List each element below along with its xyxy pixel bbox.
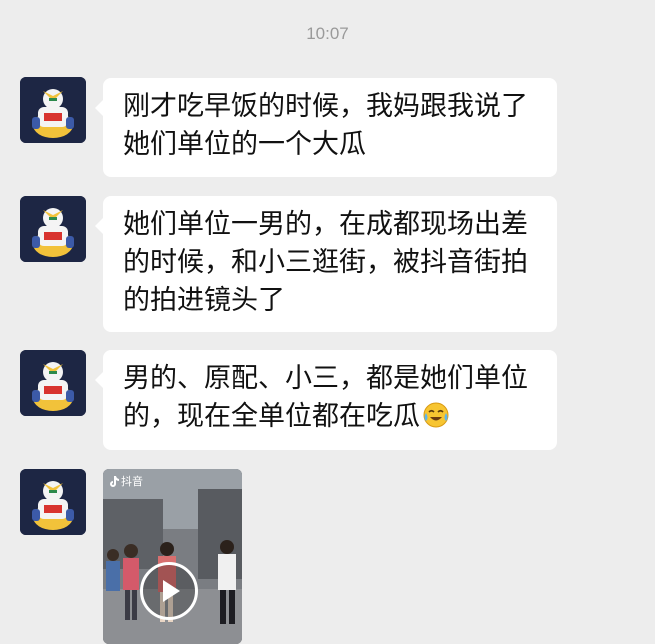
- play-icon: [163, 580, 180, 602]
- message-line-with-emoji: 的，现在全单位都在吃瓜: [123, 398, 537, 436]
- crying-laughing-emoji-icon: [423, 402, 449, 428]
- tiktok-logo-icon: [110, 475, 119, 487]
- sender-avatar[interactable]: [20, 77, 86, 143]
- chat-bubble[interactable]: 男的、原配、小三，都是她们单位 的，现在全单位都在吃瓜: [95, 350, 557, 450]
- gundam-avatar-icon: [20, 469, 86, 535]
- sender-avatar[interactable]: [20, 469, 86, 535]
- sender-avatar[interactable]: [20, 196, 86, 262]
- video-play-button[interactable]: [140, 562, 198, 620]
- message-line: 的拍进镜头了: [123, 285, 285, 316]
- message-line: 刚才吃早饭的时候，我妈跟我说了: [123, 91, 528, 122]
- message-line: 她们单位的一个大瓜: [123, 129, 366, 160]
- message-line: 的，现在全单位都在吃瓜: [123, 401, 420, 432]
- tiktok-badge-label: 抖音: [121, 476, 143, 488]
- gundam-avatar-icon: [20, 77, 86, 143]
- gundam-avatar-icon: [20, 350, 86, 416]
- message-line: 她们单位一男的，在成都现场出差: [123, 209, 528, 240]
- sender-avatar[interactable]: [20, 350, 86, 416]
- message-line: 的时候，和小三逛街，被抖音街拍: [123, 247, 528, 278]
- tiktok-badge: 抖音: [109, 473, 143, 489]
- message-timestamp: 10:07: [306, 24, 349, 43]
- gundam-avatar-icon: [20, 196, 86, 262]
- chat-bubble[interactable]: 刚才吃早饭的时候，我妈跟我说了 她们单位的一个大瓜: [95, 78, 557, 177]
- message-line: 男的、原配、小三，都是她们单位: [123, 363, 528, 394]
- chat-bubble[interactable]: 她们单位一男的，在成都现场出差 的时候，和小三逛街，被抖音街拍 的拍进镜头了: [95, 196, 557, 332]
